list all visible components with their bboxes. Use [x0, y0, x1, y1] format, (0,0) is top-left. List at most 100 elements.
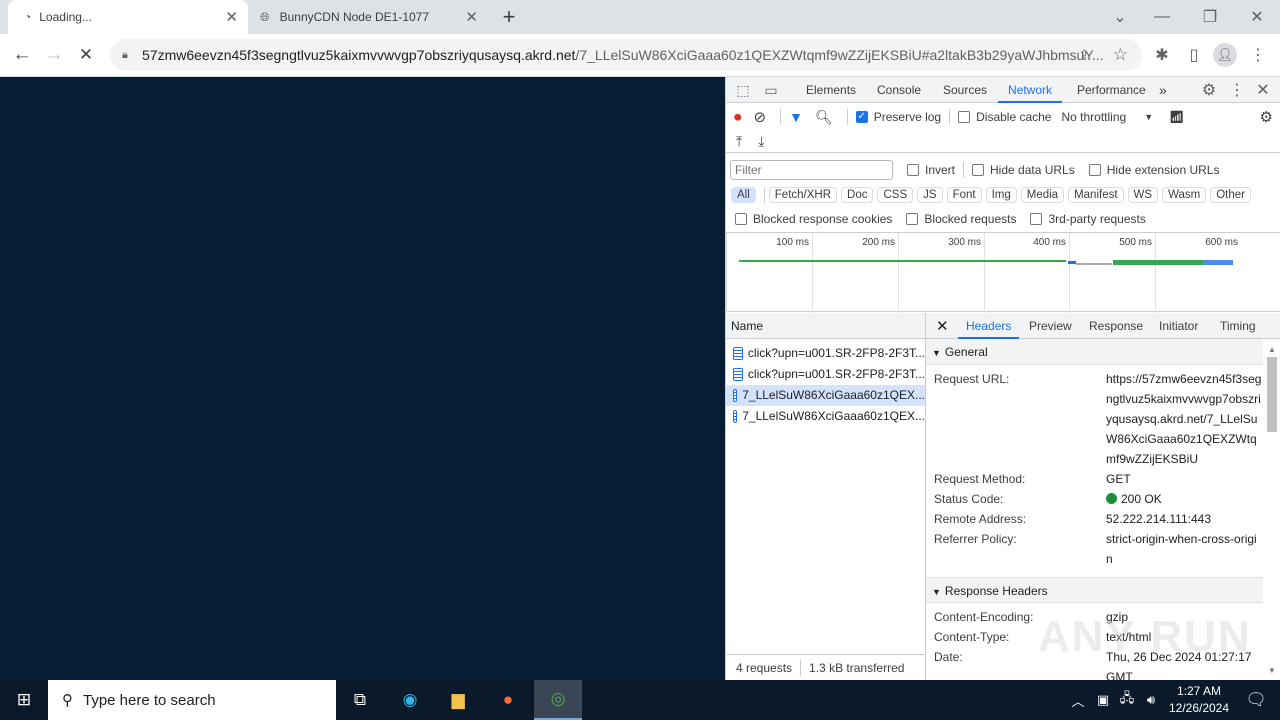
volume-icon[interactable]: 🔊︎ — [1140, 680, 1162, 720]
devtools-tab-sources[interactable]: Sources — [943, 77, 987, 103]
taskbar-search-box[interactable]: ⚲ Type here to search — [48, 680, 336, 720]
bookmark-star-icon[interactable]: ☆ — [1113, 45, 1128, 65]
dropdown-arrow-icon[interactable]: ▼ — [1144, 112, 1153, 122]
notifications-icon[interactable]: 🗨︎ — [1232, 680, 1280, 720]
details-scrollbar[interactable]: ▲ ▼ — [1267, 345, 1277, 675]
request-count: 4 requests — [736, 660, 793, 675]
type-filter-font[interactable]: Font — [946, 187, 982, 203]
type-filter-ws[interactable]: WS — [1127, 187, 1159, 203]
type-filter-img[interactable]: Img — [985, 187, 1017, 203]
tab-loading[interactable]: ◔ Loading... ✕ — [8, 0, 248, 34]
close-tab-icon[interactable]: ✕ — [465, 8, 478, 26]
edge-icon[interactable]: ◉ — [386, 680, 434, 720]
forward-button[interactable]: → — [42, 42, 66, 68]
record-stop-icon[interactable]: ⏺ — [734, 109, 742, 126]
disable-cache-checkbox[interactable] — [958, 111, 971, 123]
camera-icon[interactable]: ▣ — [1092, 680, 1114, 720]
inspect-element-icon[interactable]: ⬚ — [734, 81, 752, 99]
filter-funnel-icon[interactable]: ▼ — [789, 109, 803, 125]
type-filter-fetch-xhr[interactable]: Fetch/XHR — [768, 187, 838, 203]
devtools-tab-elements[interactable]: Elements — [806, 77, 856, 103]
restore-button[interactable]: ❐ — [1198, 5, 1222, 29]
request-row[interactable]: click?upn=u001.SR-2FP8-2F3T... — [726, 343, 925, 364]
blocked-requests-checkbox[interactable] — [906, 213, 919, 225]
timeline-overview[interactable]: 100 ms 200 ms 300 ms 400 ms 500 ms 600 m… — [726, 232, 1280, 313]
section-title: General — [944, 345, 988, 359]
general-section-header[interactable]: ▼ General — [926, 339, 1263, 365]
task-view-icon[interactable]: ⧉ — [336, 680, 384, 720]
network-icon[interactable]: 🖧︎ — [1116, 680, 1138, 720]
clear-icon[interactable]: ⊘ — [754, 108, 767, 126]
stop-loading-button[interactable]: ✕ — [74, 42, 98, 68]
details-tab-preview[interactable]: Preview — [1029, 313, 1072, 339]
firefox-icon[interactable]: ● — [484, 680, 532, 720]
type-filter-wasm[interactable]: Wasm — [1162, 187, 1207, 203]
details-tab-headers[interactable]: Headers — [958, 313, 1020, 339]
scroll-up-icon[interactable]: ▲ — [1267, 345, 1277, 355]
close-window-button[interactable]: ✕ — [1245, 5, 1269, 29]
start-windows-icon[interactable]: ⊞ — [0, 680, 48, 720]
side-panel-icon[interactable]: ▯ — [1182, 43, 1206, 67]
devtools-menu-icon[interactable]: ⋮ — [1228, 81, 1246, 99]
network-settings-gear-icon[interactable]: ⚙ — [1260, 108, 1273, 126]
details-tab-response[interactable]: Response — [1089, 313, 1143, 339]
throttling-select[interactable]: No throttling — [1061, 110, 1126, 124]
type-filter-manifest[interactable]: Manifest — [1068, 187, 1124, 203]
tab-search-chevron-icon[interactable]: ⌄ — [1108, 5, 1132, 29]
import-har-icon[interactable]: ⤒ — [736, 133, 742, 150]
hide-extension-urls-checkbox[interactable] — [1088, 164, 1101, 176]
tab-bunnycdn[interactable]: 🌐︎ BunnyCDN Node DE1-1077 ✕ — [248, 0, 488, 34]
type-filter-other[interactable]: Other — [1210, 187, 1251, 203]
device-toolbar-icon[interactable]: ▭ — [762, 81, 780, 99]
file-explorer-icon[interactable]: ▆ — [434, 680, 482, 720]
type-filter-css[interactable]: CSS — [877, 187, 914, 203]
address-bar[interactable]: 🔒︎ 57zmw6eevzn45f3segngtlvuz5kaixmvvwvgp… — [110, 39, 1142, 71]
hide-data-urls-checkbox[interactable] — [972, 164, 985, 176]
name-column-header[interactable]: Name — [726, 313, 925, 339]
scroll-down-icon[interactable]: ▼ — [1267, 666, 1277, 675]
invert-checkbox[interactable] — [907, 164, 919, 176]
menu-kebab-icon[interactable]: ⋮ — [1246, 43, 1270, 67]
loading-spinner-icon: ◔ — [24, 10, 32, 24]
new-tab-button[interactable]: + — [496, 4, 522, 29]
details-tab-initiator[interactable]: Initiator — [1159, 313, 1198, 339]
devtools-tab-network[interactable]: Network — [998, 77, 1063, 103]
timeline-tick: 600 ms — [1155, 233, 1241, 313]
show-hidden-icons-chevron[interactable]: ︿ — [1066, 680, 1090, 720]
details-tab-timing[interactable]: Timing — [1220, 313, 1256, 339]
request-row[interactable]: click?upn=u001.SR-2FP8-2F3T... — [726, 364, 925, 385]
close-devtools-icon[interactable]: ✕ — [1254, 81, 1272, 99]
type-filter-media[interactable]: Media — [1020, 187, 1065, 203]
profile-avatar[interactable]: 👤︎ — [1213, 43, 1237, 67]
more-tabs-icon[interactable]: » — [1159, 77, 1167, 103]
hide-extension-urls-label: Hide extension URLs — [1106, 163, 1220, 177]
chrome-icon[interactable]: ◎ — [534, 680, 582, 720]
third-party-requests-checkbox[interactable] — [1030, 213, 1043, 225]
search-icon[interactable]: 🔍︎ — [815, 109, 833, 126]
blocked-response-cookies-checkbox[interactable] — [735, 213, 747, 225]
devtools-tab-console[interactable]: Console — [877, 77, 921, 103]
settings-gear-icon[interactable]: ⚙ — [1200, 81, 1218, 99]
type-filter-js[interactable]: JS — [917, 187, 943, 203]
blocked-row: Blocked response cookies Blocked request… — [726, 209, 1280, 229]
devtools-tab-performance[interactable]: Performance — [1077, 77, 1146, 103]
export-har-icon[interactable]: ⤓ — [758, 133, 764, 150]
request-row[interactable]: 7_LLelSuW86XciGaaa60z1QEX... — [726, 406, 925, 427]
type-filter-doc[interactable]: Doc — [841, 187, 874, 203]
network-conditions-icon[interactable]: 📶︎ — [1169, 110, 1184, 124]
invert-label: Invert — [925, 163, 956, 177]
preserve-log-checkbox[interactable]: ✓ — [855, 111, 868, 123]
scrollbar-thumb[interactable] — [1267, 357, 1277, 432]
filter-input[interactable] — [730, 160, 893, 180]
preserve-log-label: Preserve log — [873, 110, 942, 124]
request-row[interactable]: 7_LLelSuW86XciGaaa60z1QEX... — [726, 385, 925, 406]
close-tab-icon[interactable]: ✕ — [225, 8, 238, 26]
back-button[interactable]: ← — [10, 42, 34, 68]
extensions-icon[interactable]: ✱ — [1150, 43, 1174, 67]
close-details-icon[interactable]: ✕ — [936, 317, 949, 335]
minimize-button[interactable]: — — [1150, 5, 1174, 29]
clock[interactable]: 1:27 AM 12/26/2024 — [1166, 683, 1232, 717]
type-filter-all[interactable]: All — [731, 187, 756, 203]
response-headers-section-header[interactable]: ▼ Response Headers — [926, 577, 1263, 603]
share-icon[interactable]: ⇪ — [1078, 47, 1090, 64]
